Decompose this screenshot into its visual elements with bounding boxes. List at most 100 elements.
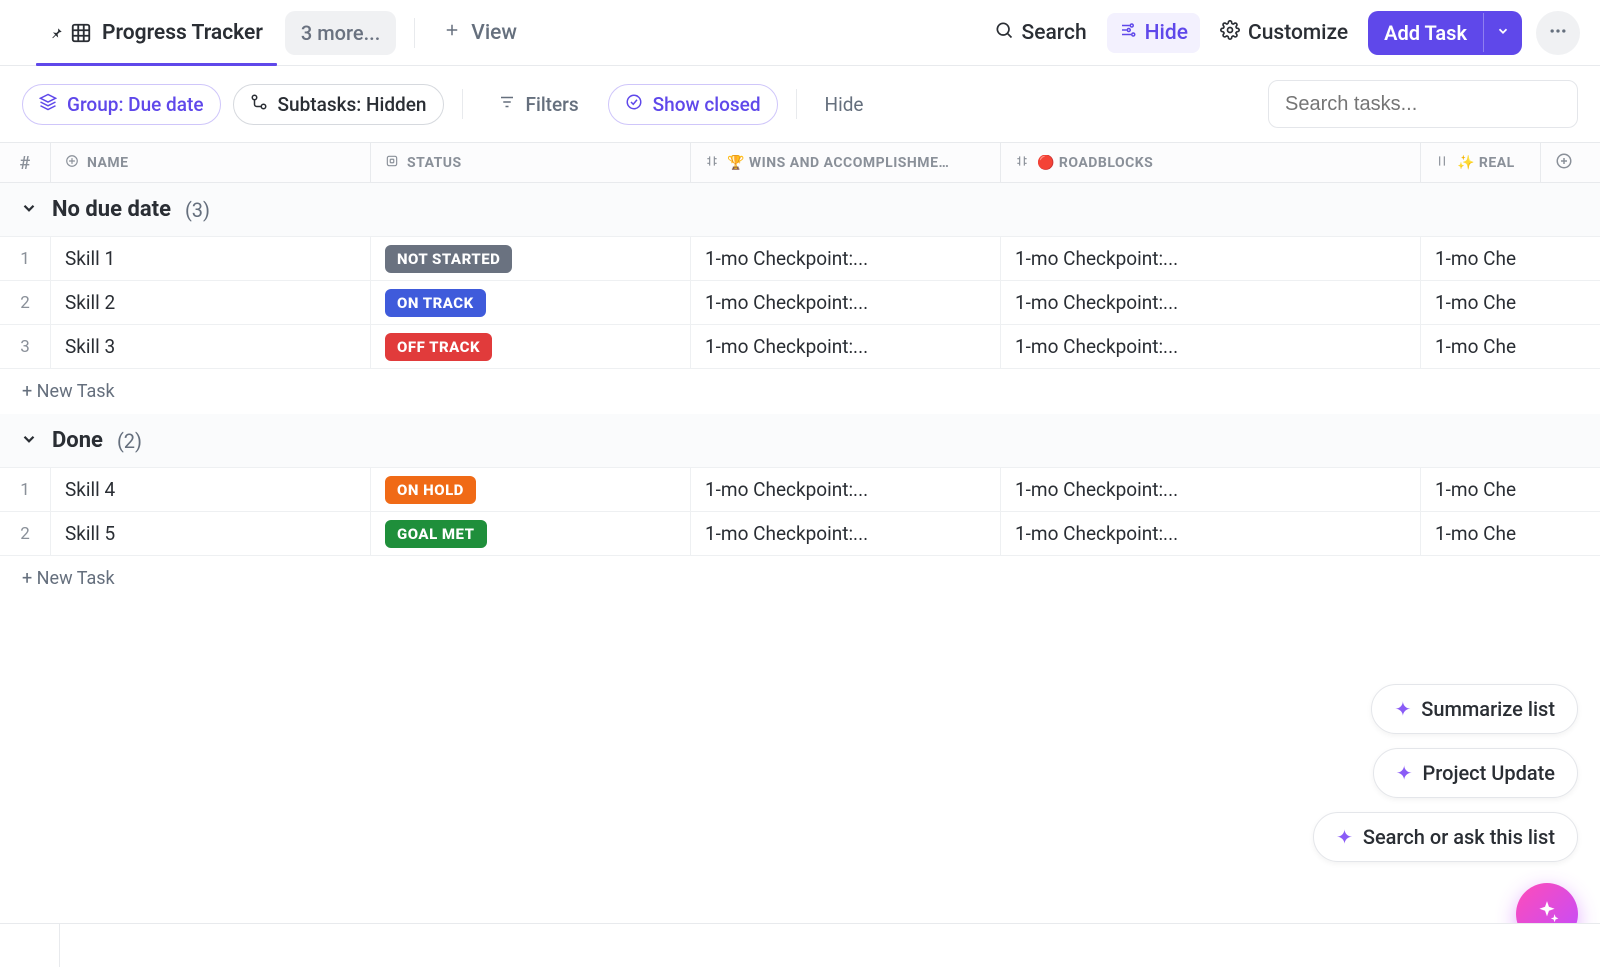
app-header: Progress Tracker 3 more... View Search H… — [0, 0, 1600, 66]
cell-name[interactable]: Skill 2 — [50, 281, 370, 324]
plus-circle-icon — [1555, 152, 1573, 174]
col-wins[interactable]: 🏆 WINS AND ACCOMPLISHME… — [690, 143, 1000, 182]
table-row[interactable]: 1Skill 4ON HOLD1-mo Checkpoint:...1-mo C… — [0, 468, 1600, 512]
group-name: Done — [52, 428, 103, 453]
col-number: # — [0, 151, 50, 174]
cell-roadblocks[interactable]: 1-mo Checkpoint:... — [1000, 237, 1420, 280]
divider — [462, 89, 463, 119]
status-badge: NOT STARTED — [385, 245, 512, 273]
header-more-menu[interactable] — [1536, 11, 1580, 55]
new-task-button[interactable]: + New Task — [0, 556, 1600, 601]
row-number: 3 — [0, 337, 50, 357]
cell-realizations[interactable]: 1-mo Che — [1420, 325, 1580, 368]
table-row[interactable]: 2Skill 5GOAL MET1-mo Checkpoint:...1-mo … — [0, 512, 1600, 556]
ai-project-update-button[interactable]: ✦ Project Update — [1373, 748, 1578, 798]
add-view-button[interactable]: View — [433, 13, 527, 53]
status-icon — [385, 154, 399, 172]
status-badge: OFF TRACK — [385, 333, 492, 361]
cell-wins[interactable]: 1-mo Checkpoint:... — [690, 325, 1000, 368]
more-views-pill[interactable]: 3 more... — [285, 11, 396, 55]
row-number: 2 — [0, 524, 50, 544]
cell-status[interactable]: ON HOLD — [370, 468, 690, 511]
task-search-input[interactable] — [1268, 80, 1578, 128]
cell-name[interactable]: Skill 5 — [50, 512, 370, 555]
ai-summarize-button[interactable]: ✦ Summarize list — [1371, 684, 1578, 734]
col-realizations[interactable]: ✨ REAL — [1420, 143, 1540, 182]
cell-name[interactable]: Skill 1 — [50, 237, 370, 280]
cell-status[interactable]: ON TRACK — [370, 281, 690, 324]
text-col-icon — [705, 154, 719, 172]
cell-realizations[interactable]: 1-mo Che — [1420, 468, 1580, 511]
cell-realizations[interactable]: 1-mo Che — [1420, 512, 1580, 555]
status-badge: ON HOLD — [385, 476, 476, 504]
filters-chip[interactable]: Filters — [481, 84, 596, 125]
subtasks-icon — [250, 93, 268, 116]
layers-icon — [39, 93, 57, 116]
cell-realizations[interactable]: 1-mo Che — [1420, 237, 1580, 280]
view-title: Progress Tracker — [102, 21, 263, 45]
text-col-icon — [1435, 154, 1449, 172]
sort-icon — [65, 154, 79, 172]
ai-suggestions: ✦ Summarize list ✦ Project Update ✦ Sear… — [1313, 684, 1578, 862]
add-task-button[interactable]: Add Task — [1368, 11, 1522, 55]
plus-icon — [443, 21, 461, 45]
ai-search-ask-button[interactable]: ✦ Search or ask this list — [1313, 812, 1578, 862]
row-number: 2 — [0, 293, 50, 313]
group-header[interactable]: No due date (3) — [0, 183, 1600, 237]
cell-wins[interactable]: 1-mo Checkpoint:... — [690, 512, 1000, 555]
col-roadblocks[interactable]: 🔴 ROADBLOCKS — [1000, 143, 1420, 182]
row-number: 1 — [0, 249, 50, 269]
header-hide-button[interactable]: Hide — [1107, 13, 1200, 53]
cell-realizations[interactable]: 1-mo Che — [1420, 281, 1580, 324]
group-count: (2) — [117, 429, 142, 453]
bottom-rail — [0, 923, 1600, 967]
add-task-dropdown[interactable] — [1483, 13, 1522, 52]
cell-status[interactable]: GOAL MET — [370, 512, 690, 555]
column-header-row: # NAME STATUS 🏆 WINS AND ACCOMPLISHME… 🔴… — [0, 143, 1600, 183]
cell-wins[interactable]: 1-mo Checkpoint:... — [690, 237, 1000, 280]
sparkle-icon: ✦ — [1394, 697, 1411, 721]
col-name[interactable]: NAME — [50, 143, 370, 182]
group-chip[interactable]: Group: Due date — [22, 84, 221, 125]
table-row[interactable]: 1Skill 1NOT STARTED1-mo Checkpoint:...1-… — [0, 237, 1600, 281]
header-search-button[interactable]: Search — [982, 12, 1099, 54]
row-number: 1 — [0, 480, 50, 500]
cell-name[interactable]: Skill 4 — [50, 468, 370, 511]
gear-icon — [1220, 20, 1240, 46]
col-status[interactable]: STATUS — [370, 143, 690, 182]
add-column-button[interactable] — [1540, 143, 1587, 182]
view-toolbar: Group: Due date Subtasks: Hidden Filters… — [0, 66, 1600, 143]
cell-roadblocks[interactable]: 1-mo Checkpoint:... — [1000, 468, 1420, 511]
table-row[interactable]: 3Skill 3OFF TRACK1-mo Checkpoint:...1-mo… — [0, 325, 1600, 369]
table-row[interactable]: 2Skill 2ON TRACK1-mo Checkpoint:...1-mo … — [0, 281, 1600, 325]
show-closed-chip[interactable]: Show closed — [608, 84, 778, 125]
group-count: (3) — [185, 198, 210, 222]
toolbar-hide-button[interactable]: Hide — [815, 85, 874, 124]
cell-wins[interactable]: 1-mo Checkpoint:... — [690, 468, 1000, 511]
new-task-button[interactable]: + New Task — [0, 369, 1600, 414]
table-icon — [70, 22, 92, 44]
cell-roadblocks[interactable]: 1-mo Checkpoint:... — [1000, 281, 1420, 324]
sparkle-icon: ✦ — [1336, 825, 1353, 849]
group-name: No due date — [52, 197, 171, 222]
cell-wins[interactable]: 1-mo Checkpoint:... — [690, 281, 1000, 324]
bottom-rail-cell — [0, 924, 60, 967]
view-tab-progress-tracker[interactable]: Progress Tracker — [36, 0, 277, 65]
cell-status[interactable]: NOT STARTED — [370, 237, 690, 280]
filter-icon — [498, 93, 516, 116]
subtasks-chip[interactable]: Subtasks: Hidden — [233, 84, 444, 125]
cell-status[interactable]: OFF TRACK — [370, 325, 690, 368]
chevron-down-icon[interactable] — [20, 199, 38, 221]
cell-roadblocks[interactable]: 1-mo Checkpoint:... — [1000, 512, 1420, 555]
add-view-label: View — [471, 21, 517, 45]
group-header[interactable]: Done (2) — [0, 414, 1600, 468]
chevron-down-icon[interactable] — [20, 430, 38, 452]
cell-name[interactable]: Skill 3 — [50, 325, 370, 368]
pin-icon — [50, 26, 64, 40]
ellipsis-icon — [1548, 21, 1568, 45]
customize-button[interactable]: Customize — [1208, 12, 1360, 54]
status-badge: ON TRACK — [385, 289, 486, 317]
sliders-icon — [1119, 21, 1137, 45]
divider — [796, 89, 797, 119]
cell-roadblocks[interactable]: 1-mo Checkpoint:... — [1000, 325, 1420, 368]
